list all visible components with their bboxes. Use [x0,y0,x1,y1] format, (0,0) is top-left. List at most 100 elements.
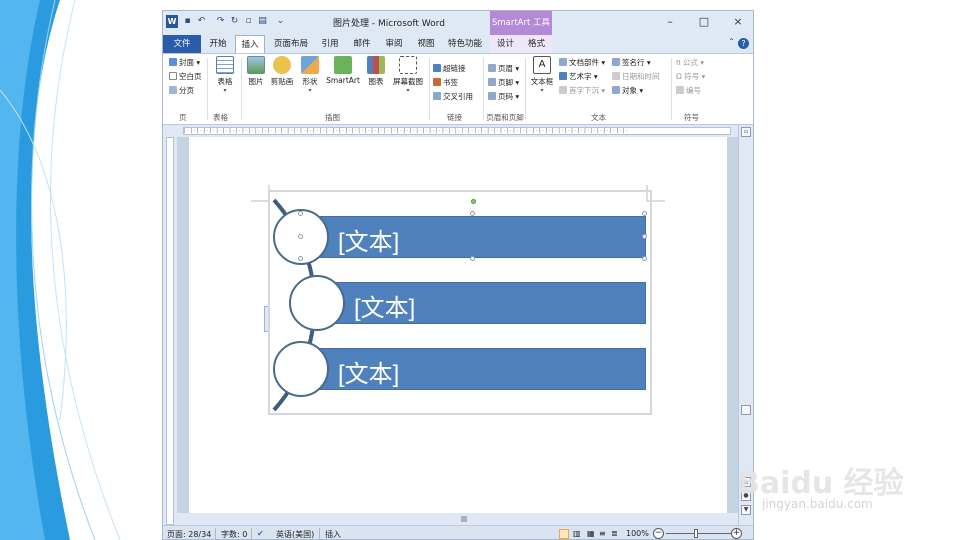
resize-handle[interactable] [470,211,475,216]
textbox-button[interactable]: A 文本框 ▾ [528,56,556,94]
resize-handle[interactable] [642,234,647,239]
page-count[interactable]: 页面: 28/34 [167,529,211,539]
tab-file[interactable]: 文件 [163,35,201,53]
tab-mailings[interactable]: 邮件 [347,35,377,53]
smartart-text-2[interactable]: [文本] [354,288,415,323]
bookmark-icon [433,78,441,86]
resize-handle[interactable] [470,256,475,261]
word-app-icon[interactable]: W [166,15,178,28]
web-layout-view-icon[interactable]: ▦ [587,529,595,538]
page-break-icon [169,86,177,94]
footer-button[interactable]: 页脚 ▾ [488,78,519,87]
object-icon [612,86,620,94]
chart-icon [367,56,385,74]
smartart-text-3[interactable]: [文本] [338,354,399,389]
signature-line-button[interactable]: 签名行 ▾ [612,58,651,67]
chart-button[interactable]: 图表 [365,56,387,87]
print-icon[interactable]: ▤ [257,16,268,27]
cover-page-button[interactable]: 封面 ▾ [169,58,200,67]
equation-button[interactable]: π 公式 ▾ [676,58,704,67]
symbol-button[interactable]: Ω 符号 ▾ [676,72,705,81]
tab-home[interactable]: 开始 [203,35,233,53]
clip-art-button[interactable]: 剪贴画 [269,56,295,87]
zoom-in-icon[interactable]: + [731,528,742,539]
resize-handle[interactable] [298,256,303,261]
rotate-handle[interactable] [471,199,476,204]
scroll-thumb[interactable] [461,516,467,522]
blank-page-button[interactable]: 空白页 [169,72,202,81]
hyperlink-button[interactable]: 超链接 [433,64,466,73]
full-screen-view-icon[interactable]: ▥ [573,529,581,538]
undo-icon[interactable]: ↶ [196,16,207,27]
smartart-circle-2[interactable] [289,275,345,331]
draft-view-icon[interactable]: ≣ [611,529,618,538]
zoom-slider[interactable] [666,533,736,534]
proofing-icon[interactable]: ✔ [257,529,264,538]
new-document-icon[interactable]: ▫ [243,16,254,27]
wordart-button[interactable]: 艺术字 ▾ [559,72,598,81]
ruler-toggle-icon[interactable]: ▫ [741,127,751,137]
resize-handle[interactable] [642,256,647,261]
shapes-button[interactable]: 形状 ▾ [299,56,321,94]
group-divider [671,58,672,120]
close-button[interactable]: × [731,15,745,29]
screenshot-button[interactable]: 屏幕截图 ▾ [389,56,427,94]
tab-view[interactable]: 视图 [411,35,441,53]
smartart-circle-3[interactable] [273,341,329,397]
smartart-button[interactable]: SmartArt [323,56,363,85]
drop-cap-button[interactable]: 首字下沉 ▾ [559,86,605,95]
language-indicator[interactable]: 英语(美国) [276,529,314,539]
scroll-thumb[interactable] [741,405,751,415]
cross-reference-icon [433,92,441,100]
resize-handle[interactable] [642,211,647,216]
smartart-tools-label: SmartArt 工具 [490,11,552,37]
cover-page-icon [169,58,177,66]
resize-handle[interactable] [298,234,303,239]
next-page-icon[interactable]: ▼ [741,505,751,515]
insert-mode[interactable]: 插入 [325,529,341,539]
page-number-button[interactable]: 页码 ▾ [488,92,519,101]
maximize-button[interactable]: □ [697,15,711,29]
repeat-icon[interactable]: ↷ [215,16,226,27]
zoom-level[interactable]: 100% [626,529,649,538]
zoom-slider-thumb[interactable] [694,529,698,538]
baidu-watermark: Baidu 经验 [737,466,904,501]
redo-icon[interactable]: ↻ [229,16,240,27]
bookmark-button[interactable]: 书签 [433,78,458,87]
numbering-button[interactable]: 编号 [676,86,701,95]
omega-icon: Ω [676,72,685,81]
horizontal-scrollbar[interactable] [177,513,739,525]
collapse-ribbon-icon[interactable]: ⌃ [728,37,735,46]
outline-view-icon[interactable]: ≡ [599,529,606,538]
vertical-ruler[interactable] [163,137,177,527]
horizontal-ruler[interactable]: | · | · | · | · | · | · | · | · | · | · … [163,125,753,137]
object-button[interactable]: 对象 ▾ [612,86,643,95]
date-time-button[interactable]: 日期和时间 [612,72,660,81]
zoom-out-icon[interactable]: − [653,528,664,539]
tab-design[interactable]: 设计 [490,35,521,53]
table-button[interactable]: 表格 ▾ [213,56,237,94]
print-layout-view-icon[interactable] [559,529,569,539]
tab-page-layout[interactable]: 页面布局 [269,35,313,53]
picture-button[interactable]: 图片 [245,56,267,87]
tab-insert[interactable]: 插入 [235,35,265,53]
cross-reference-button[interactable]: 交叉引用 [433,92,473,101]
minimize-button[interactable]: – [663,15,677,29]
help-icon[interactable]: ? [738,38,749,49]
slide-canvas: W ▪ ↶ ↷ ↻ ▫ ▤ ⌄ 图片处理 - Microsoft Word Sm… [0,0,960,540]
quick-parts-button[interactable]: 文档部件 ▾ [559,58,605,67]
tab-format[interactable]: 格式 [521,35,552,53]
tab-review[interactable]: 审阅 [379,35,409,53]
resize-handle[interactable] [298,211,303,216]
status-divider [319,528,320,539]
word-count[interactable]: 字数: 0 [221,529,247,539]
group-label-symbols: 符号 [684,113,699,122]
smartart-text-1[interactable]: [文本] [338,222,399,257]
tab-special[interactable]: 特色功能 [443,35,487,53]
header-button[interactable]: 页眉 ▾ [488,64,519,73]
customize-toolbar-icon[interactable]: ⌄ [275,16,286,27]
save-icon[interactable]: ▪ [182,16,193,27]
page-break-button[interactable]: 分页 [169,86,194,95]
tab-references[interactable]: 引用 [315,35,345,53]
numbering-icon [676,86,684,94]
